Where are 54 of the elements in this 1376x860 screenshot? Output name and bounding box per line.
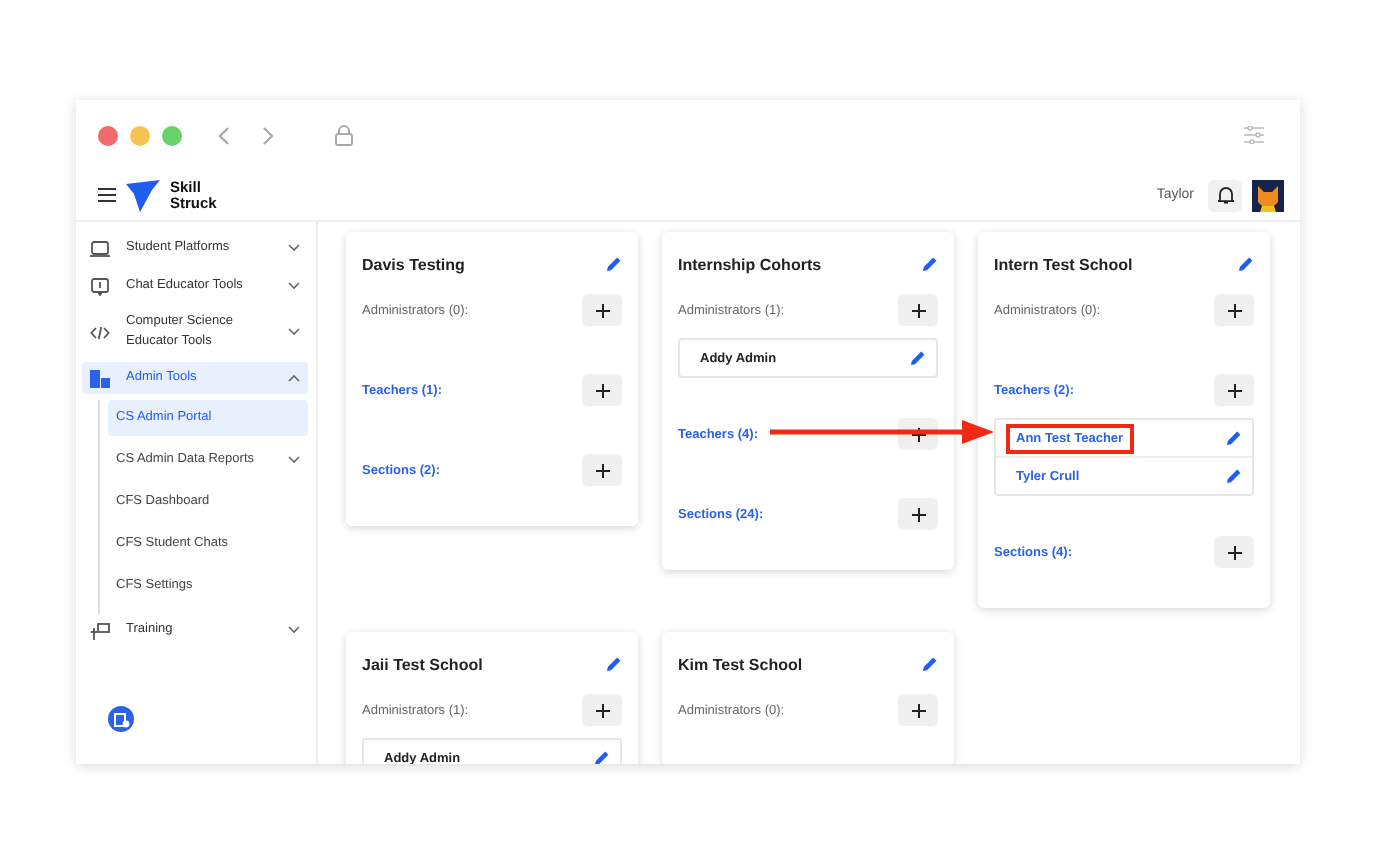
plus-icon [595, 703, 609, 717]
add-button[interactable] [898, 498, 938, 530]
add-button[interactable] [1214, 374, 1254, 406]
plus-icon [1227, 383, 1241, 397]
add-button[interactable] [1214, 536, 1254, 568]
lock-icon [334, 124, 354, 146]
school-title: Kim Test School [678, 655, 803, 673]
edit-icon[interactable] [1226, 468, 1242, 484]
edit-icon[interactable] [594, 750, 610, 764]
edit-icon[interactable] [1226, 430, 1242, 446]
edit-icon[interactable] [910, 350, 926, 366]
avatar-icon[interactable] [1252, 179, 1284, 211]
plus-icon [1227, 303, 1241, 317]
add-button[interactable] [582, 294, 622, 326]
close-button[interactable] [98, 125, 118, 145]
sidebar-icon [90, 621, 110, 639]
edit-icon[interactable] [922, 256, 938, 272]
school-title: Jaii Test School [362, 655, 483, 673]
add-button[interactable] [582, 374, 622, 406]
plus-icon [1227, 545, 1241, 559]
chevron-icon [288, 244, 300, 252]
bell-icon [1217, 186, 1233, 204]
plus-icon [911, 303, 925, 317]
menu-icon[interactable] [98, 188, 116, 202]
plus-icon [595, 383, 609, 397]
add-button[interactable] [582, 694, 622, 726]
document-icon [113, 711, 129, 727]
sidebar-icon [90, 239, 110, 257]
edit-icon[interactable] [1238, 256, 1254, 272]
school-title: Intern Test School [994, 255, 1133, 273]
chevron-icon [288, 374, 300, 382]
school-title: Davis Testing [362, 255, 465, 273]
edit-icon[interactable] [606, 656, 622, 672]
chevron-icon [288, 282, 300, 290]
sidebar-icon [90, 369, 110, 387]
notification-button[interactable] [1208, 179, 1242, 211]
chevron-icon [288, 626, 300, 634]
plus-icon [911, 507, 925, 521]
edit-icon[interactable] [606, 256, 622, 272]
plus-icon [911, 427, 925, 441]
help-button[interactable] [108, 706, 134, 732]
add-button[interactable] [582, 454, 622, 486]
sidebar-icon [90, 323, 110, 341]
chevron-icon [288, 328, 300, 336]
sidebar-icon [90, 277, 110, 295]
school-title: Internship Cohorts [678, 255, 822, 273]
plus-icon [911, 703, 925, 717]
plus-icon [595, 463, 609, 477]
add-button[interactable] [898, 694, 938, 726]
plus-icon [595, 303, 609, 317]
add-button[interactable] [1214, 294, 1254, 326]
edit-icon[interactable] [922, 656, 938, 672]
logo-icon [126, 179, 160, 211]
add-button[interactable] [898, 294, 938, 326]
